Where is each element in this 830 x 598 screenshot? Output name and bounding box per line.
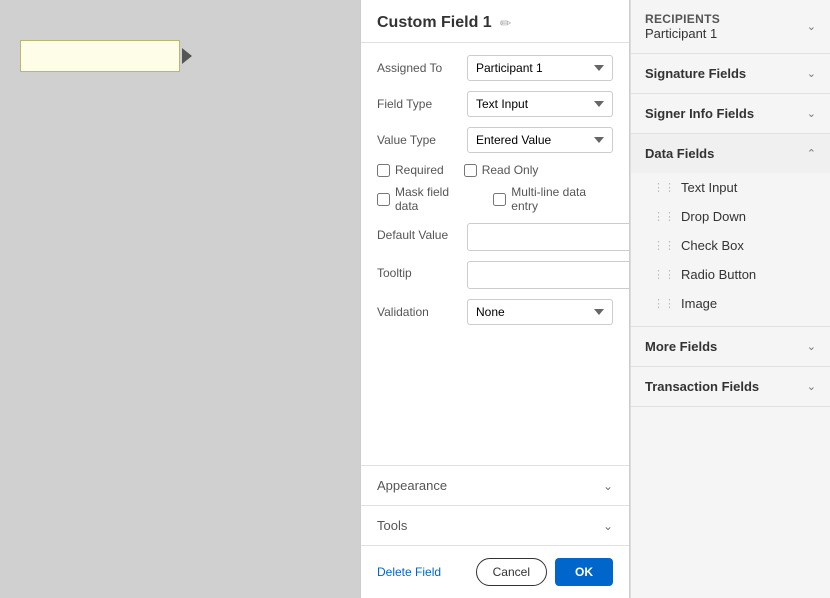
mask-field-label: Mask field data [395,185,473,213]
multi-line-label: Multi-line data entry [511,185,613,213]
value-type-select[interactable]: Entered Value [467,127,613,153]
assigned-to-row: Assigned To Participant 1 [377,55,613,81]
field-container [20,40,192,72]
panel-footer: Delete Field Cancel OK [361,545,629,598]
cancel-button[interactable]: Cancel [476,558,547,586]
canvas-area [0,0,360,598]
data-field-drop-down[interactable]: ⋮⋮ Drop Down [631,202,830,231]
right-sidebar: RECIPIENTS Participant 1 ⌄ Signature Fie… [630,0,830,598]
field-type-row: Field Type Text Input [377,91,613,117]
data-field-text-input[interactable]: ⋮⋮ Text Input [631,173,830,202]
assigned-to-label: Assigned To [377,61,467,75]
radio-button-label: Radio Button [681,267,756,282]
validation-select[interactable]: None [467,299,613,325]
signer-info-chevron: ⌄ [807,107,816,120]
delete-field-link[interactable]: Delete Field [377,565,441,579]
footer-buttons: Cancel OK [476,558,613,586]
appearance-section[interactable]: Appearance ⌄ [361,465,629,505]
signature-fields-chevron: ⌄ [807,67,816,80]
data-fields-header[interactable]: Data Fields ⌃ [631,134,830,173]
appearance-label: Appearance [377,478,447,493]
drag-handle-text-input: ⋮⋮ [653,181,675,194]
data-fields-title: Data Fields [645,146,714,161]
panel-title: Custom Field 1 [377,14,492,32]
assigned-to-select[interactable]: Participant 1 [467,55,613,81]
read-only-label: Read Only [482,163,539,177]
edit-icon[interactable]: ✏ [500,15,512,32]
data-field-radio-button[interactable]: ⋮⋮ Radio Button [631,260,830,289]
data-field-check-box[interactable]: ⋮⋮ Check Box [631,231,830,260]
tools-section[interactable]: Tools ⌄ [361,505,629,545]
data-fields-section: Data Fields ⌃ ⋮⋮ Text Input ⋮⋮ Drop Down… [631,134,830,327]
checkbox-row-1: Required Read Only [377,163,613,177]
signature-fields-title: Signature Fields [645,66,746,81]
transaction-fields-title: Transaction Fields [645,379,759,394]
recipients-title-label: RECIPIENTS [645,12,720,26]
signer-info-header[interactable]: Signer Info Fields ⌄ [631,94,830,133]
signature-fields-section: Signature Fields ⌄ [631,54,830,94]
checkboxes-section: Required Read Only Mask field data Multi… [377,163,613,213]
drag-handle-drop-down: ⋮⋮ [653,210,675,223]
data-fields-chevron: ⌃ [807,147,816,160]
recipients-section: RECIPIENTS Participant 1 ⌄ [631,0,830,54]
read-only-checkbox-item: Read Only [464,163,539,177]
multi-line-checkbox[interactable] [493,193,506,206]
default-value-input[interactable] [467,223,630,251]
tooltip-input[interactable] [467,261,630,289]
signer-info-section: Signer Info Fields ⌄ [631,94,830,134]
required-checkbox-item: Required [377,163,444,177]
field-arrow [182,48,192,64]
image-label: Image [681,296,717,311]
check-box-label: Check Box [681,238,744,253]
drag-handle-radio-button: ⋮⋮ [653,268,675,281]
value-type-row: Value Type Entered Value [377,127,613,153]
signature-fields-header[interactable]: Signature Fields ⌄ [631,54,830,93]
tools-label: Tools [377,518,407,533]
more-fields-chevron: ⌄ [807,340,816,353]
drop-down-label: Drop Down [681,209,746,224]
checkbox-row-2: Mask field data Multi-line data entry [377,185,613,213]
panel-header: Custom Field 1 ✏ [361,0,629,43]
data-fields-items: ⋮⋮ Text Input ⋮⋮ Drop Down ⋮⋮ Check Box … [631,173,830,326]
transaction-fields-chevron: ⌄ [807,380,816,393]
more-fields-section: More Fields ⌄ [631,327,830,367]
transaction-fields-section: Transaction Fields ⌄ [631,367,830,407]
tooltip-label: Tooltip [377,261,467,280]
recipients-value: Participant 1 [645,26,720,41]
required-checkbox[interactable] [377,164,390,177]
field-type-select[interactable]: Text Input [467,91,613,117]
drag-handle-check-box: ⋮⋮ [653,239,675,252]
recipients-header[interactable]: RECIPIENTS Participant 1 ⌄ [631,0,830,53]
appearance-chevron: ⌄ [603,479,613,493]
tooltip-row: Tooltip [377,261,613,289]
panel-body: Assigned To Participant 1 Field Type Tex… [361,43,629,465]
mask-field-checkbox-item: Mask field data [377,185,473,213]
more-fields-title: More Fields [645,339,717,354]
multi-line-checkbox-item: Multi-line data entry [493,185,613,213]
validation-row: Validation None [377,299,613,325]
read-only-checkbox[interactable] [464,164,477,177]
field-box[interactable] [20,40,180,72]
data-field-image[interactable]: ⋮⋮ Image [631,289,830,318]
drag-handle-image: ⋮⋮ [653,297,675,310]
value-type-label: Value Type [377,133,467,147]
default-value-row: Default Value [377,223,613,251]
more-fields-header[interactable]: More Fields ⌄ [631,327,830,366]
field-type-label: Field Type [377,97,467,111]
transaction-fields-header[interactable]: Transaction Fields ⌄ [631,367,830,406]
required-label: Required [395,163,444,177]
default-value-label: Default Value [377,223,467,242]
tools-chevron: ⌄ [603,519,613,533]
ok-button[interactable]: OK [555,558,613,586]
text-input-label: Text Input [681,180,737,195]
signer-info-title: Signer Info Fields [645,106,754,121]
mask-field-checkbox[interactable] [377,193,390,206]
validation-label: Validation [377,305,467,319]
custom-field-panel: Custom Field 1 ✏ Assigned To Participant… [360,0,630,598]
recipients-chevron: ⌄ [807,20,816,33]
